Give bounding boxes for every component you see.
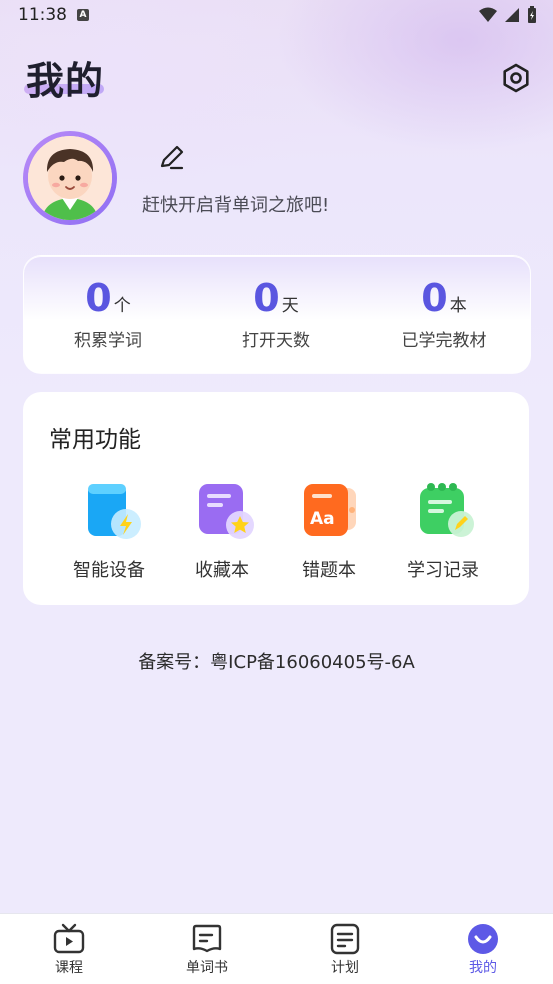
icp-record: 备案号：粤ICP备16060405号-6A [138,652,415,673]
functions-title: 常用功能 [49,427,141,453]
word-book-icon [192,924,222,953]
page-title: 我的 [26,59,105,103]
function-wrong-book[interactable]: Aa 错题本 [274,476,384,582]
battery-icon [528,6,536,23]
signal-icon [505,8,519,22]
stat-label: 已学完教材 [401,331,487,351]
pencil-icon [160,145,184,170]
nav-item-mine[interactable]: 我的 [414,922,552,977]
profile-slogan: 赶快开启背单词之旅吧! [142,195,330,216]
stat-unit: 个 [113,296,131,316]
notification-icon: A [77,9,89,21]
stat-value: 0 [253,276,280,320]
stat-words[interactable]: 0个 积累学词 [24,276,192,351]
stat-label: 积累学词 [74,331,142,351]
function-smart-device[interactable]: 智能设备 [54,476,164,582]
stat-value: 0 [421,276,448,320]
function-study-record[interactable]: 学习记录 [388,476,498,582]
stat-value: 0 [85,276,112,320]
avatar[interactable] [23,131,117,225]
boy-avatar-icon [28,136,112,220]
svg-text:Aa: Aa [310,509,335,529]
nav-label: 课程 [55,960,83,976]
nav-item-plan[interactable]: 计划 [276,922,414,977]
stat-label: 打开天数 [242,331,310,351]
stat-unit: 本 [449,296,467,316]
settings-button[interactable] [500,62,532,94]
nav-label: 我的 [469,960,497,976]
stats-card: 0个 积累学词 0天 打开天数 0本 已学完教材 [23,255,531,374]
favorites-icon [199,484,254,539]
stat-days[interactable]: 0天 打开天数 [192,276,360,351]
nav-label: 计划 [331,960,359,976]
wifi-icon [479,7,497,22]
wrong-book-icon: Aa [304,484,356,536]
nav-item-courses[interactable]: 课程 [0,922,138,977]
status-bar: 11:38 A [0,0,553,30]
plan-icon [330,923,360,955]
stat-unit: 天 [281,296,299,316]
nav-label: 单词书 [186,960,228,976]
smart-device-icon [88,484,141,539]
function-label: 错题本 [302,560,356,581]
function-favorites[interactable]: 收藏本 [167,476,277,582]
settings-hexagon-icon [503,63,529,93]
status-time: 11:38 [18,5,67,25]
study-record-icon [420,483,474,537]
tv-icon [53,923,85,954]
functions-card: 常用功能 智能设备 收藏本 Aa 错题本 学习记录 [23,392,529,605]
bottom-nav: 课程 单词书 计划 我的 [0,913,553,984]
function-label: 智能设备 [73,560,145,581]
status-icons [479,6,537,24]
nav-item-word-book[interactable]: 单词书 [138,922,276,977]
function-label: 学习记录 [407,560,479,581]
function-label: 收藏本 [195,560,249,581]
profile-smile-icon [468,924,498,954]
stat-books[interactable]: 0本 已学完教材 [360,276,528,351]
edit-profile-button[interactable] [157,142,187,172]
avatar-image [28,136,112,220]
